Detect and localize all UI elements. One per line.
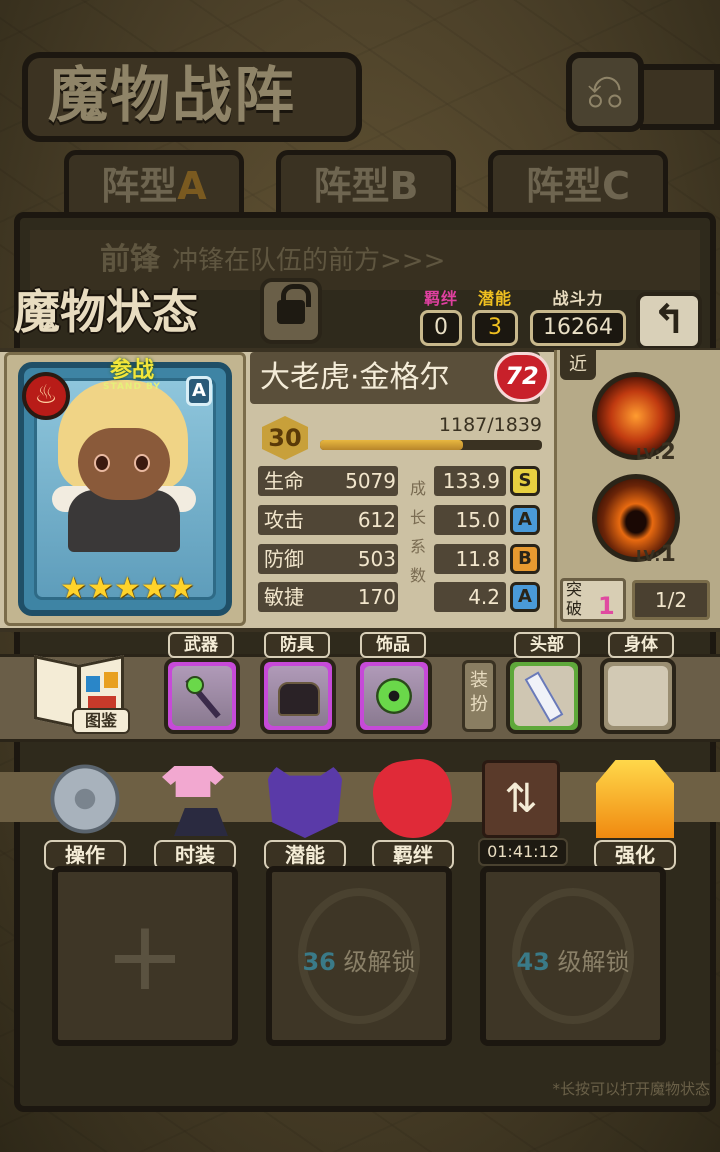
stat-growth: 133.9 [434,466,506,496]
locked-slot-2: 43 级解锁 [480,866,666,1046]
melee-type-tag: 近 [560,350,596,380]
star-rating: ★ ★ ★ ★ ★ [60,572,196,608]
potential-counter: 潜能 3 [472,290,518,346]
swap-timer: 01:41:12 [478,838,568,866]
card-rank-badge: A [186,376,212,406]
breakthrough-value: 1 [598,592,615,620]
formation-tabs: 阵型A 阵型B 阵型C [14,150,714,220]
upgrade-arrows-icon [596,760,674,838]
fire-element-icon: ♨ [22,372,70,420]
growth-coefficient-label: 成 长 系 数 [409,479,426,585]
unlock-requirement-1: 36 级解锁 [302,948,416,976]
vanguard-desc: 冲锋在队伍的前方>>> [172,246,446,276]
codex-label: 图鉴 [72,708,130,734]
bandana-icon [524,671,564,723]
exp-bar-fill [320,440,464,450]
skill-2-level: LV:1 [636,542,676,567]
armor-label: 防具 [264,632,330,658]
stat-rank-badge: A [510,505,540,535]
combat-power-counter: 战斗力 16264 [530,290,626,346]
head-slot[interactable] [506,658,582,734]
stat-rank-badge: A [510,582,540,612]
hearts-icon [368,754,458,844]
outfit-icon [156,760,234,838]
stat-growth: 4.2 [434,582,506,612]
top-right-bar [640,64,720,130]
stat-growth: 15.0 [434,505,506,535]
gear-icon [46,760,124,838]
accessory-label: 饰品 [360,632,426,658]
demon-icon [266,760,344,838]
star-icon: ★ [113,571,141,606]
add-slot[interactable]: + [52,866,238,1046]
weapon-slot[interactable] [164,658,240,734]
top-back-button[interactable]: ⎌ [566,52,644,132]
stat-row-0: 生命 5079 133.9 S [258,466,548,496]
stat-row-3: 敏捷 170 4.2 A [258,582,548,612]
stat-rank-badge: S [510,466,540,496]
stat-row-2: 防御 503 11.8 B [258,544,548,574]
stat-value: 5079 [345,469,396,493]
stat-growth: 11.8 [434,544,506,574]
return-arrow-icon: ↰ [652,297,686,343]
back-button[interactable]: ↰ [636,292,702,350]
swap-chest-icon: ⇅ [482,760,560,838]
vanguard-label: 前锋 [100,242,160,277]
formation-title: 魔物战阵 [22,52,362,142]
breakthrough-label: 突破 [566,580,583,618]
exp-bar [320,440,542,450]
exp-text: 1187/1839 [438,414,542,436]
bond-counter: 羁绊 0 [420,290,462,346]
dress-up-label: 装扮 [462,660,496,732]
unlock-requirement-2: 43 级解锁 [516,948,630,976]
stat-value: 503 [357,547,396,571]
character-portrait [78,428,170,500]
standby-badge: 参战 STAND BY [103,358,161,393]
stat-value: 170 [357,585,396,609]
stat-row-1: 攻击 612 15.0 A [258,505,548,535]
accessory-slot[interactable] [356,658,432,734]
potential-button[interactable]: 潜能 [260,760,350,870]
lock-icon [277,284,311,326]
stat-rank-badge: B [510,544,540,574]
skill-1-level: LV:2 [636,440,676,465]
star-icon: ★ [60,571,87,606]
vanguard-row: 前锋 冲锋在队伍的前方>>> [30,230,700,290]
star-icon: ★ [140,571,168,606]
tab-formation-a[interactable]: 阵型A [64,150,244,220]
breakthrough-ratio: 1/2 [632,580,710,620]
armor-icon [278,682,320,716]
star-icon: ★ [167,571,195,606]
bond-button[interactable]: 羁绊 [368,754,458,870]
eye-amulet-icon [376,678,412,714]
star-icon: ★ [86,571,114,606]
affection-heart-badge: 72 [494,352,550,402]
long-press-hint: *长按可以打开魔物状态 [552,1080,710,1098]
body-label: 身体 [608,632,674,658]
plus-icon: + [104,900,186,1012]
undo-arrow-icon: ⎌ [585,63,625,119]
locked-slot-1: 36 级解锁 [266,866,452,1046]
body-slot[interactable] [600,658,676,734]
tab-formation-b[interactable]: 阵型B [276,150,456,220]
head-label: 头部 [514,632,580,658]
lock-button[interactable] [260,278,322,344]
tab-formation-c[interactable]: 阵型C [488,150,668,220]
monster-status-title: 魔物状态 [14,285,198,339]
outfit-button[interactable]: 时装 [150,760,240,870]
weapon-label: 武器 [168,632,234,658]
armor-slot[interactable] [260,658,336,734]
operation-button[interactable]: 操作 [40,760,130,870]
stat-value: 612 [357,508,396,532]
enhance-button[interactable]: 强化 [590,760,680,870]
